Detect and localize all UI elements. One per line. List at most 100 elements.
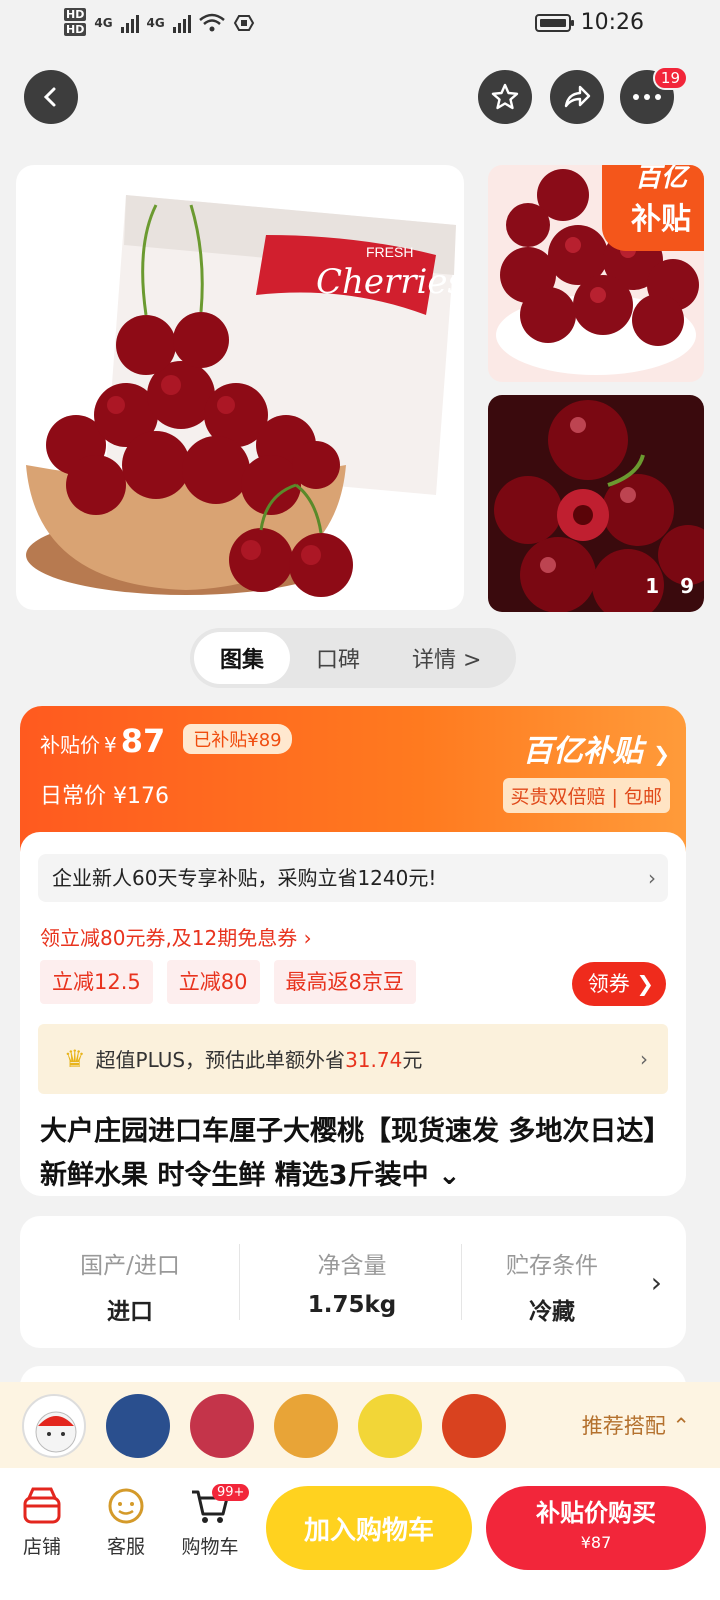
currency-symbol: ¥ bbox=[104, 733, 117, 757]
divider bbox=[239, 1244, 240, 1320]
chevron-right-icon: ❯ bbox=[636, 972, 654, 996]
store-icon bbox=[23, 1487, 61, 1524]
service-label: 客服 bbox=[106, 1536, 145, 1558]
spec-label: 国产/进口 bbox=[80, 1253, 180, 1279]
store-button[interactable]: 店铺 bbox=[6, 1480, 78, 1559]
discount-chip[interactable]: 立减80 bbox=[166, 960, 260, 1004]
signal-icon-2 bbox=[172, 13, 191, 33]
thumbnail-image-2[interactable]: 1 9 bbox=[488, 395, 704, 612]
section-tabs: 图集 口碑 详情 > bbox=[190, 628, 516, 688]
customer-service-button[interactable]: 客服 bbox=[90, 1480, 162, 1559]
subsidy-price: 87 bbox=[120, 722, 166, 760]
subsidized-amount-badge: 已补贴¥89 bbox=[183, 724, 292, 754]
tag-line1: 百亿 bbox=[634, 165, 687, 193]
buy-now-label: 补贴价购买 bbox=[536, 1499, 656, 1527]
guarantee-badge: 买贵双倍赔 | 包邮 bbox=[502, 778, 670, 813]
billion-subsidy-logo: 百亿补贴 ❯ bbox=[503, 726, 670, 770]
counter-current: 1 bbox=[645, 574, 660, 598]
spec-card[interactable]: 国产/进口 进口 净含量 1.75kg 贮存条件 冷藏 › bbox=[20, 1216, 686, 1348]
product-page: HD HD 4G 4G 10:26 19 Cherries FRESH 百亿 补… bbox=[0, 0, 720, 1600]
signal-icon bbox=[120, 13, 139, 33]
spec-value: 1.75kg bbox=[307, 1292, 397, 1318]
image-counter: 1 9 bbox=[645, 574, 694, 598]
tag-line2: 补贴 bbox=[631, 201, 691, 237]
plus-suffix: 元 bbox=[402, 1048, 423, 1072]
plus-savings-bar[interactable]: ♛ 超值PLUS，预估此单额外省31.74元 › bbox=[38, 1024, 668, 1094]
business-subsidy-bar[interactable]: 企业新人60天专享补贴，采购立省1240元! › bbox=[38, 854, 668, 902]
subsidy-price-label: 补贴价 bbox=[40, 733, 100, 757]
daily-price: ¥176 bbox=[113, 784, 170, 809]
subsidy-price-row: 补贴价 ¥ 87 已补贴¥89 bbox=[40, 722, 292, 760]
tab-details[interactable]: 详情 > bbox=[386, 632, 507, 684]
spec-origin: 国产/进口 进口 bbox=[30, 1246, 230, 1326]
discount-chip[interactable]: 立减12.5 bbox=[40, 960, 153, 1004]
product-title[interactable]: 大户庄园进口车厘子大樱桃【现货速发 多地次日达】新鲜水果 时令生鲜 精选3斤装中… bbox=[40, 1110, 660, 1196]
cart-label: 购物车 bbox=[181, 1536, 239, 1558]
price-card: 补贴价 ¥ 87 已补贴¥89 日常价 ¥176 百亿补贴 ❯ 买贵双倍赔 | … bbox=[20, 706, 686, 1196]
box-brand-text: Cherries bbox=[316, 262, 464, 302]
bottom-action-bar: 店铺 客服 99+ 购物车 加入购物车 补贴价购买 ¥87 zhizhizhi.… bbox=[0, 1468, 720, 1600]
chevron-right-icon: › bbox=[648, 866, 656, 890]
status-bar: HD HD 4G 4G 10:26 bbox=[0, 0, 720, 52]
subsidy-program-link[interactable]: 百亿补贴 ❯ 买贵双倍赔 | 包邮 bbox=[502, 726, 670, 813]
recommend-item[interactable] bbox=[22, 1394, 86, 1458]
divider bbox=[461, 1244, 462, 1320]
spec-label: 净含量 bbox=[317, 1253, 387, 1279]
billion-subsidy-tag: 百亿 补贴 bbox=[602, 165, 704, 251]
hd1-label: HD bbox=[64, 8, 87, 21]
crown-icon: ♛ bbox=[64, 1045, 86, 1073]
tab-reviews[interactable]: 口碑 bbox=[290, 632, 386, 684]
counter-total: 9 bbox=[680, 574, 694, 598]
status-left: HD HD 4G 4G bbox=[64, 8, 255, 38]
service-icon bbox=[108, 1488, 144, 1524]
watermark: zhizhizhi.com bbox=[615, 1580, 710, 1596]
buy-now-button[interactable]: 补贴价购买 ¥87 bbox=[486, 1486, 706, 1570]
more-button[interactable]: 19 bbox=[620, 66, 688, 124]
spec-storage: 贮存条件 冷藏 bbox=[474, 1246, 630, 1326]
chevron-right-icon: › bbox=[650, 1266, 662, 1299]
hd-indicator: HD HD bbox=[64, 8, 87, 38]
plus-amount: 31.74 bbox=[345, 1048, 403, 1072]
main-product-image[interactable]: Cherries FRESH bbox=[16, 165, 464, 610]
buy-now-price: ¥87 bbox=[580, 1533, 612, 1552]
spec-label: 贮存条件 bbox=[506, 1253, 598, 1279]
recommend-item[interactable] bbox=[274, 1394, 338, 1458]
image-gallery[interactable]: Cherries FRESH 百亿 补贴 1 9 bbox=[16, 165, 704, 612]
daily-price-row: 日常价 ¥176 bbox=[40, 778, 169, 810]
cherry-box-illustration: Cherries FRESH bbox=[26, 195, 464, 597]
battery-icon bbox=[534, 13, 574, 32]
discount-chips: 立减12.5 立减80 最高返8京豆 bbox=[40, 960, 416, 1004]
back-button[interactable] bbox=[24, 70, 78, 124]
coupon-text: 领立减80元券,及12期免息券 bbox=[40, 926, 298, 950]
share-button[interactable] bbox=[550, 70, 604, 124]
coupon-link[interactable]: 领立减80元券,及12期免息券 › bbox=[40, 922, 312, 951]
recommend-item[interactable] bbox=[190, 1394, 254, 1458]
recommend-toggle[interactable]: 推荐搭配 ⌃ bbox=[582, 1410, 690, 1440]
recommend-item[interactable] bbox=[106, 1394, 170, 1458]
plus-text: 超值PLUS，预估此单额外省 bbox=[95, 1048, 346, 1072]
network-type-1: 4G bbox=[94, 16, 113, 30]
discount-chip[interactable]: 最高返8京豆 bbox=[273, 960, 416, 1004]
network-type-2: 4G bbox=[146, 16, 165, 30]
clock: 10:26 bbox=[580, 10, 644, 35]
recommend-item[interactable] bbox=[442, 1394, 506, 1458]
wifi-icon bbox=[198, 13, 225, 32]
cart-button[interactable]: 99+ 购物车 bbox=[174, 1480, 250, 1559]
more-icon bbox=[633, 94, 661, 100]
mascot-icon bbox=[35, 1411, 77, 1453]
hd2-label: HD bbox=[64, 23, 87, 36]
status-right: 10:26 bbox=[534, 10, 644, 35]
box-fresh-text: FRESH bbox=[366, 244, 413, 260]
get-coupon-button[interactable]: 领券 ❯ bbox=[571, 962, 666, 1006]
recommend-item[interactable] bbox=[358, 1394, 422, 1458]
add-to-cart-button[interactable]: 加入购物车 bbox=[266, 1486, 472, 1570]
message-badge: 19 bbox=[652, 66, 688, 90]
favorite-button[interactable] bbox=[478, 70, 532, 124]
business-subsidy-text: 企业新人60天专享补贴，采购立省1240元! bbox=[52, 866, 437, 890]
chevron-right-icon: › bbox=[303, 926, 312, 950]
chevron-right-icon: › bbox=[640, 1047, 648, 1071]
hand-icon bbox=[233, 15, 254, 31]
tab-gallery[interactable]: 图集 bbox=[194, 632, 291, 684]
recommend-strip: 推荐搭配 ⌃ bbox=[0, 1382, 720, 1468]
thumbnail-image-1[interactable]: 百亿 补贴 bbox=[488, 165, 704, 382]
